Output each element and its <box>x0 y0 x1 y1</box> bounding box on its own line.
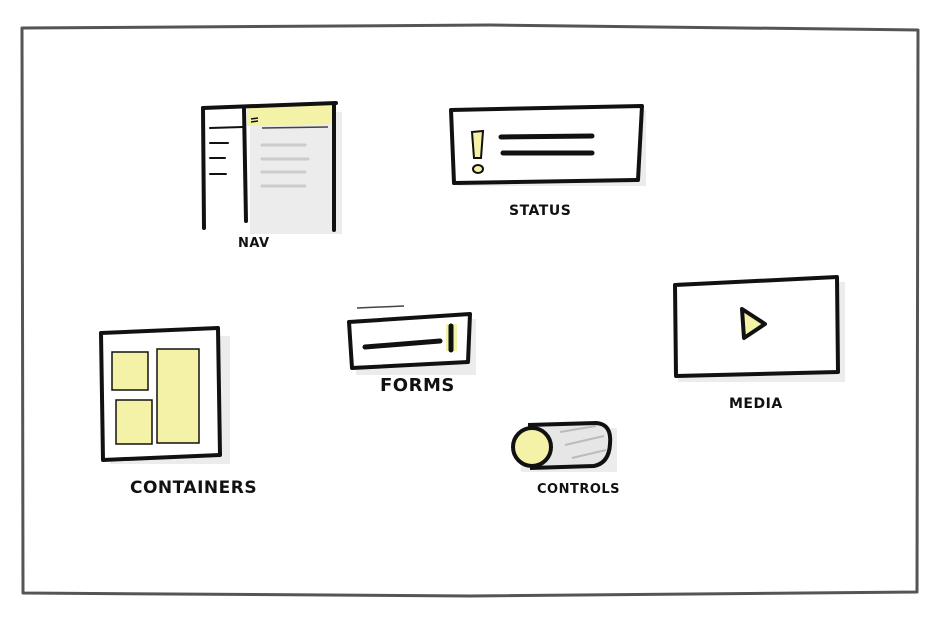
toggle-switch-icon <box>511 421 617 472</box>
play-video-icon <box>673 275 845 382</box>
label-status: STATUS <box>509 203 572 219</box>
label-containers: CONTAINERS <box>130 478 258 498</box>
label-media: MEDIA <box>729 396 783 412</box>
alert-banner-icon <box>449 104 646 186</box>
label-forms: FORMS <box>380 375 455 396</box>
label-nav: NAV <box>238 236 270 251</box>
grid-panels-icon <box>99 326 230 464</box>
text-input-icon <box>347 305 476 375</box>
sketch-canvas <box>20 23 920 598</box>
sidebar-layout-icon <box>201 101 342 234</box>
label-controls: CONTROLS <box>537 482 621 497</box>
